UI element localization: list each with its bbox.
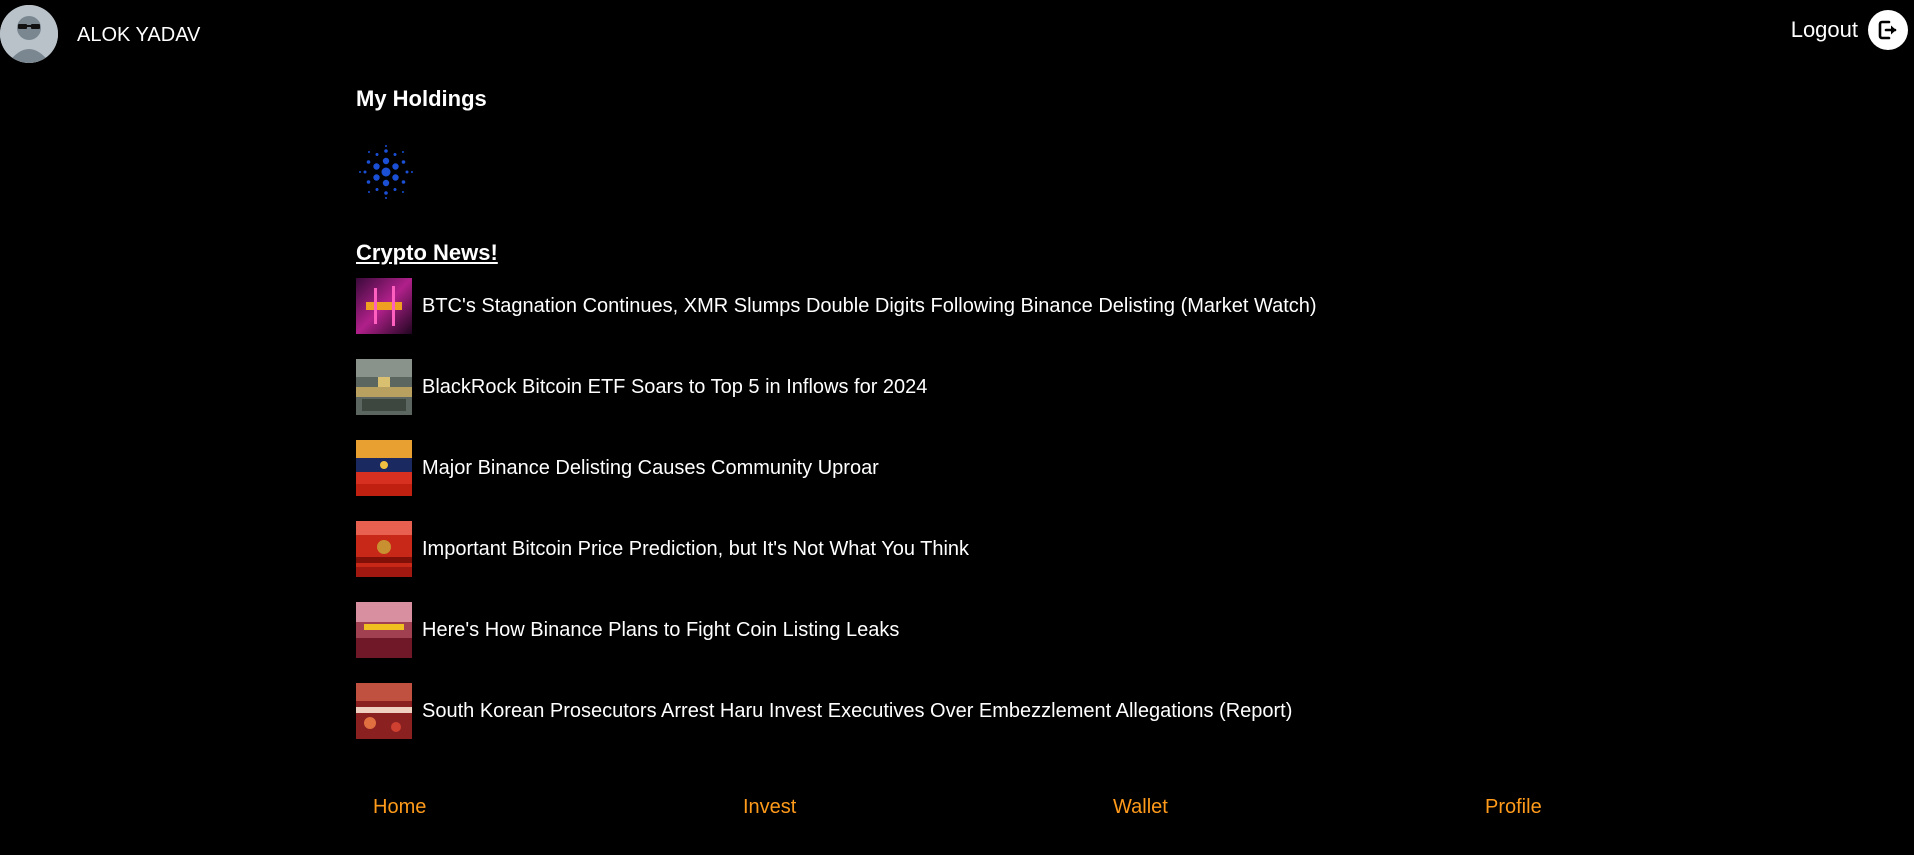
user-name: ALOK YADAV [77,24,201,46]
holding-item-cardano[interactable] [356,142,416,202]
nav-invest[interactable]: Invest [743,796,796,819]
logout-icon[interactable] [1868,10,1908,50]
news-headline: BTC's Stagnation Continues, XMR Slumps D… [422,294,1317,317]
news-headline: Here's How Binance Plans to Fight Coin L… [422,618,900,641]
main-content: My Holdings Crypto News! BTC's Stagnatio… [356,86,1556,764]
user-avatar[interactable] [0,5,58,63]
news-item[interactable]: Major Binance Delisting Causes Community… [356,440,1556,496]
news-headline: South Korean Prosecutors Arrest Haru Inv… [422,699,1293,722]
news-thumbnail-image [356,602,412,658]
crypto-news-link[interactable]: Crypto News! [356,240,498,266]
nav-profile[interactable]: Profile [1485,796,1542,819]
nav-wallet[interactable]: Wallet [1113,796,1168,819]
news-headline: Important Bitcoin Price Prediction, but … [422,537,970,560]
logout-button[interactable]: Logout [1791,10,1908,50]
news-headline: Major Binance Delisting Causes Community… [422,456,879,479]
avatar-icon [0,5,58,63]
news-thumbnail-image [356,683,412,739]
news-item[interactable]: BlackRock Bitcoin ETF Soars to Top 5 in … [356,359,1556,415]
news-item[interactable]: South Korean Prosecutors Arrest Haru Inv… [356,683,1556,739]
news-thumbnail-image [356,278,412,334]
news-thumbnail-image [356,521,412,577]
news-item[interactable]: Important Bitcoin Price Prediction, but … [356,521,1556,577]
cardano-icon [359,145,413,199]
nav-home[interactable]: Home [373,796,426,819]
news-thumbnail-image [356,359,412,415]
top-header: ALOK YADAV Logout [0,0,1914,68]
news-thumbnail-image [356,440,412,496]
logout-label: Logout [1790,17,1858,42]
holdings-title: My Holdings [356,86,487,111]
news-item[interactable]: Here's How Binance Plans to Fight Coin L… [356,602,1556,658]
news-item[interactable]: BTC's Stagnation Continues, XMR Slumps D… [356,278,1556,334]
news-list: BTC's Stagnation Continues, XMR Slumps D… [356,278,1556,739]
app-page: ALOK YADAV Logout My Holdings Crypto New… [0,0,1914,855]
news-headline: BlackRock Bitcoin ETF Soars to Top 5 in … [422,375,928,398]
bottom-nav: Home Invest Wallet Profile [373,796,1673,826]
